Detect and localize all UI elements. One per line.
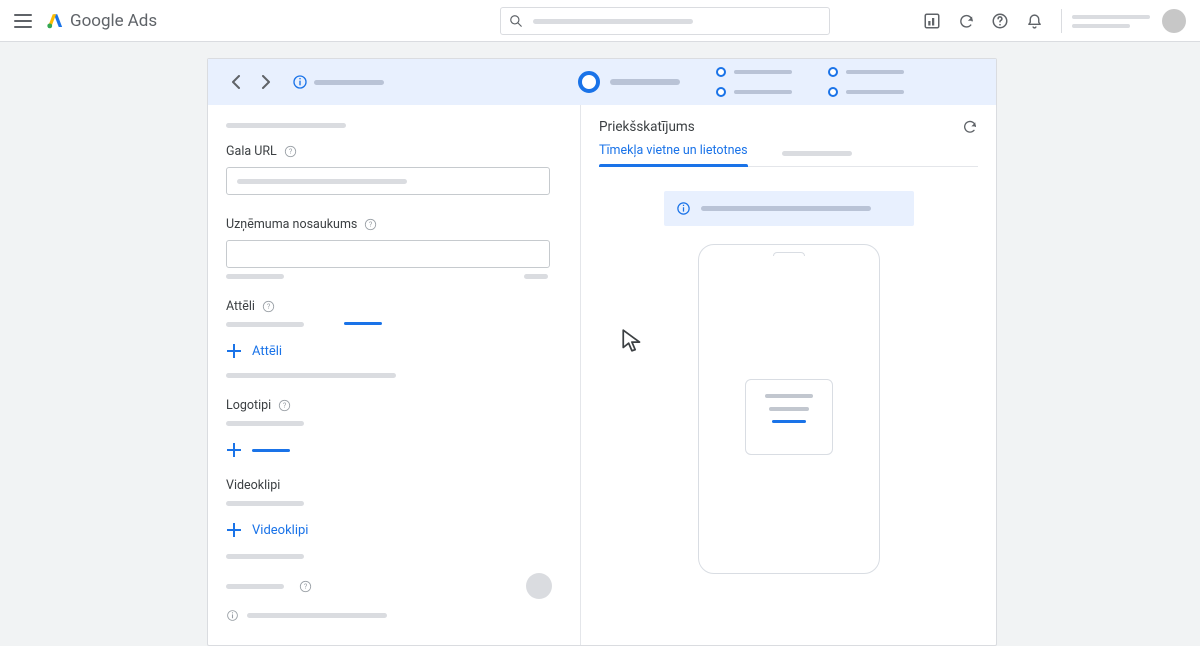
videos-label: Videoklipi [226, 478, 280, 493]
search-input[interactable] [500, 7, 830, 35]
separator [1061, 9, 1062, 33]
videos-helper [226, 501, 304, 506]
add-logos-label [252, 449, 290, 452]
back-button[interactable] [226, 75, 246, 89]
add-logos-button[interactable] [226, 442, 562, 458]
preview-pane: Priekšskatījums Tīmekļa vietne un lietot… [581, 105, 996, 645]
info-icon [226, 609, 239, 622]
stepper-info [292, 74, 384, 90]
ad-preview-card [745, 379, 833, 455]
footer-info [226, 609, 562, 622]
preview-refresh-button[interactable] [962, 119, 978, 135]
step-3b[interactable] [828, 87, 904, 97]
help-icon[interactable]: ? [284, 145, 297, 158]
misc-line-1 [226, 554, 304, 559]
avatar[interactable] [1162, 9, 1186, 33]
stepper [208, 59, 996, 105]
final-url-label: Gala URL [226, 144, 277, 159]
plus-icon [226, 522, 242, 538]
business-name-input[interactable] [226, 240, 550, 268]
brand-ads: Ads [128, 11, 157, 31]
plus-icon [226, 343, 242, 359]
refresh-icon[interactable] [949, 13, 983, 30]
form-pane: Gala URL ? Uzņēmuma nosaukums ? Attēli ? [208, 105, 581, 645]
preview-title: Priekšskatījums [599, 119, 695, 135]
add-videos-label: Videoklipi [252, 523, 308, 538]
plus-icon [226, 442, 242, 458]
logos-helper [226, 421, 304, 426]
svg-text:?: ? [283, 401, 287, 410]
tab-placeholder[interactable] [782, 151, 852, 156]
step-3a[interactable] [828, 67, 904, 77]
steps [578, 59, 904, 105]
help-icon[interactable]: ? [364, 218, 377, 231]
svg-text:?: ? [369, 220, 373, 229]
tab-websites-apps[interactable]: Tīmekļa vietne un lietotnes [599, 143, 748, 166]
phone-speaker [773, 252, 805, 256]
field-helper [226, 274, 548, 279]
images-label: Attēli [226, 299, 255, 314]
help-icon[interactable] [983, 12, 1017, 30]
add-videos-button[interactable]: Videoklipi [226, 522, 562, 538]
help-icon[interactable]: ? [278, 399, 291, 412]
menu-icon[interactable] [14, 14, 32, 28]
info-icon [676, 201, 691, 216]
brand: Google Ads [46, 11, 157, 31]
help-icon[interactable]: ? [262, 300, 275, 313]
search-placeholder [533, 19, 693, 24]
svg-text:?: ? [267, 302, 271, 311]
form-heading [226, 123, 346, 128]
notifications-icon[interactable] [1017, 13, 1051, 30]
help-icon[interactable]: ? [299, 580, 312, 593]
reports-icon[interactable] [915, 12, 949, 30]
preview-info-banner [664, 191, 914, 226]
business-name-label: Uzņēmuma nosaukums [226, 217, 357, 232]
add-images-button[interactable]: Attēli [226, 343, 562, 359]
step-2a[interactable] [716, 67, 792, 77]
images-note [226, 373, 396, 378]
step-2b[interactable] [716, 87, 792, 97]
svg-text:?: ? [289, 147, 293, 156]
step-current[interactable] [578, 71, 680, 93]
phone-preview [698, 244, 880, 574]
search-icon [509, 14, 523, 28]
svg-text:?: ? [304, 582, 308, 591]
forward-button[interactable] [256, 75, 276, 89]
info-icon [292, 74, 308, 90]
account-label [1072, 15, 1150, 28]
workspace: Gala URL ? Uzņēmuma nosaukums ? Attēli ? [207, 58, 997, 646]
logos-label: Logotipi [226, 398, 271, 413]
floating-action[interactable] [526, 573, 552, 599]
images-helper [226, 322, 562, 327]
final-url-input[interactable] [226, 167, 550, 195]
preview-tabs: Tīmekļa vietne un lietotnes [599, 143, 978, 167]
ads-logo-icon [46, 12, 64, 30]
add-images-label: Attēli [252, 344, 282, 359]
top-actions [915, 0, 1186, 42]
top-bar: Google Ads [0, 0, 1200, 42]
brand-google: Google [70, 11, 124, 31]
